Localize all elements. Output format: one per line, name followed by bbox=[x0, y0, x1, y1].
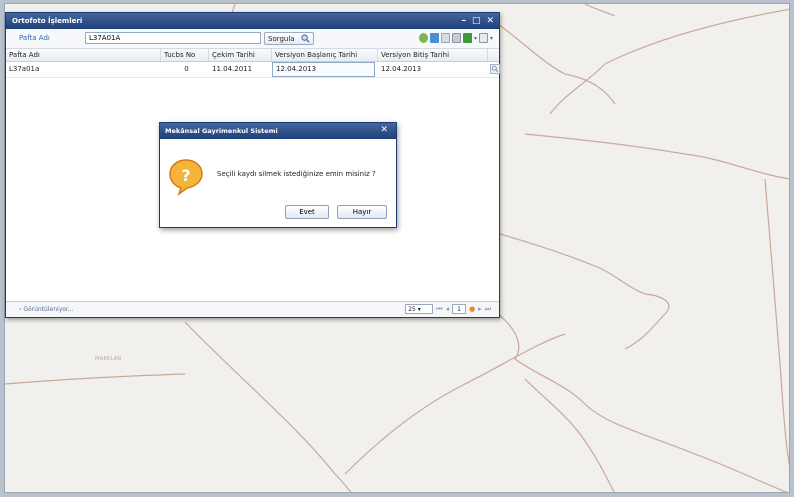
column-cekim-tarihi[interactable]: Çekim Tarihi bbox=[209, 49, 272, 61]
maximize-button[interactable]: □ bbox=[472, 13, 481, 29]
last-page-icon[interactable]: ⏭ bbox=[485, 305, 491, 314]
window-title: Ortofoto İşlemleri bbox=[12, 17, 83, 25]
status-text: › Görüntüleniyor... bbox=[19, 306, 74, 313]
svg-text:?: ? bbox=[181, 166, 190, 185]
table-row[interactable]: L37a01a 0 11.04.2011 12.04.2013 12.04.20… bbox=[6, 62, 500, 78]
map-place-label: MAKKLAN bbox=[95, 356, 122, 362]
page-size-select[interactable]: 25 ▾ bbox=[405, 304, 434, 314]
edit-icon[interactable] bbox=[440, 33, 450, 43]
dialog-message: Seçili kaydı silmek istediğinize emin mi… bbox=[217, 170, 376, 178]
column-versiyon-baslangic[interactable]: Versiyon Başlanıç Tarihi bbox=[272, 49, 378, 61]
cell-versiyon-bitis: 12.04.2013 bbox=[381, 65, 422, 73]
window-titlebar[interactable]: Ortofoto İşlemleri – □ ✕ bbox=[6, 13, 499, 29]
cell-versiyon-baslangic[interactable]: 12.04.2013 bbox=[272, 62, 375, 77]
search-button[interactable]: Sorgula bbox=[264, 32, 314, 45]
zoom-to-icon[interactable] bbox=[490, 64, 500, 74]
toolbar: Pafta Adı Sorgula ▾ ▾ bbox=[6, 29, 499, 49]
refresh-icon[interactable] bbox=[418, 33, 428, 43]
cell-cekim-tarihi: 11.04.2011 bbox=[212, 65, 253, 73]
cell-pafta-adi: L37a01a bbox=[9, 65, 40, 73]
excel-icon[interactable] bbox=[462, 33, 472, 43]
pager: 25 ▾ ⏮ ◂ 1 ● ▸ ⏭ bbox=[405, 304, 491, 314]
current-page-marker-icon: ● bbox=[469, 305, 476, 313]
search-button-label: Sorgula bbox=[268, 35, 295, 43]
minimize-button[interactable]: – bbox=[461, 13, 466, 29]
pafta-input[interactable] bbox=[85, 32, 261, 44]
no-button[interactable]: Hayır bbox=[337, 205, 387, 219]
question-icon: ? bbox=[169, 159, 203, 196]
column-pafta-adi[interactable]: Pafta Adı bbox=[6, 49, 161, 61]
column-tucbs-no[interactable]: Tucbs No bbox=[161, 49, 209, 61]
column-versiyon-bitis[interactable]: Versiyon Bitiş Tarihi bbox=[378, 49, 488, 61]
grid-header: Pafta Adı Tucbs No Çekim Tarihi Versiyon… bbox=[6, 49, 499, 62]
pafta-label: Pafta Adı bbox=[19, 34, 50, 42]
chevron-down-icon[interactable]: ▾ bbox=[490, 35, 493, 42]
next-page-icon[interactable]: ▸ bbox=[478, 305, 482, 313]
page-number-input[interactable]: 1 bbox=[452, 304, 467, 314]
add-icon[interactable] bbox=[429, 33, 439, 43]
delete-icon[interactable] bbox=[451, 33, 461, 43]
dialog-title: Mekânsal Gayrimenkul Sistemi bbox=[165, 127, 278, 135]
dialog-close-button[interactable]: ✕ bbox=[380, 123, 388, 137]
prev-page-icon[interactable]: ◂ bbox=[446, 305, 450, 313]
search-icon bbox=[301, 34, 310, 43]
chevron-down-icon: ▾ bbox=[417, 306, 421, 313]
confirm-dialog[interactable]: Mekânsal Gayrimenkul Sistemi ✕ ? Seçili … bbox=[159, 122, 397, 228]
chevron-down-icon[interactable]: ▾ bbox=[474, 35, 477, 42]
cell-tucbs-no: 0 bbox=[184, 65, 189, 73]
first-page-icon[interactable]: ⏮ bbox=[436, 305, 442, 314]
grid-footer: › Görüntüleniyor... 25 ▾ ⏮ ◂ 1 ● ▸ ⏭ bbox=[6, 301, 499, 317]
dialog-titlebar[interactable]: Mekânsal Gayrimenkul Sistemi ✕ bbox=[160, 123, 396, 139]
yes-button[interactable]: Evet bbox=[285, 205, 329, 219]
print-icon[interactable] bbox=[478, 33, 488, 43]
close-button[interactable]: ✕ bbox=[486, 13, 494, 29]
